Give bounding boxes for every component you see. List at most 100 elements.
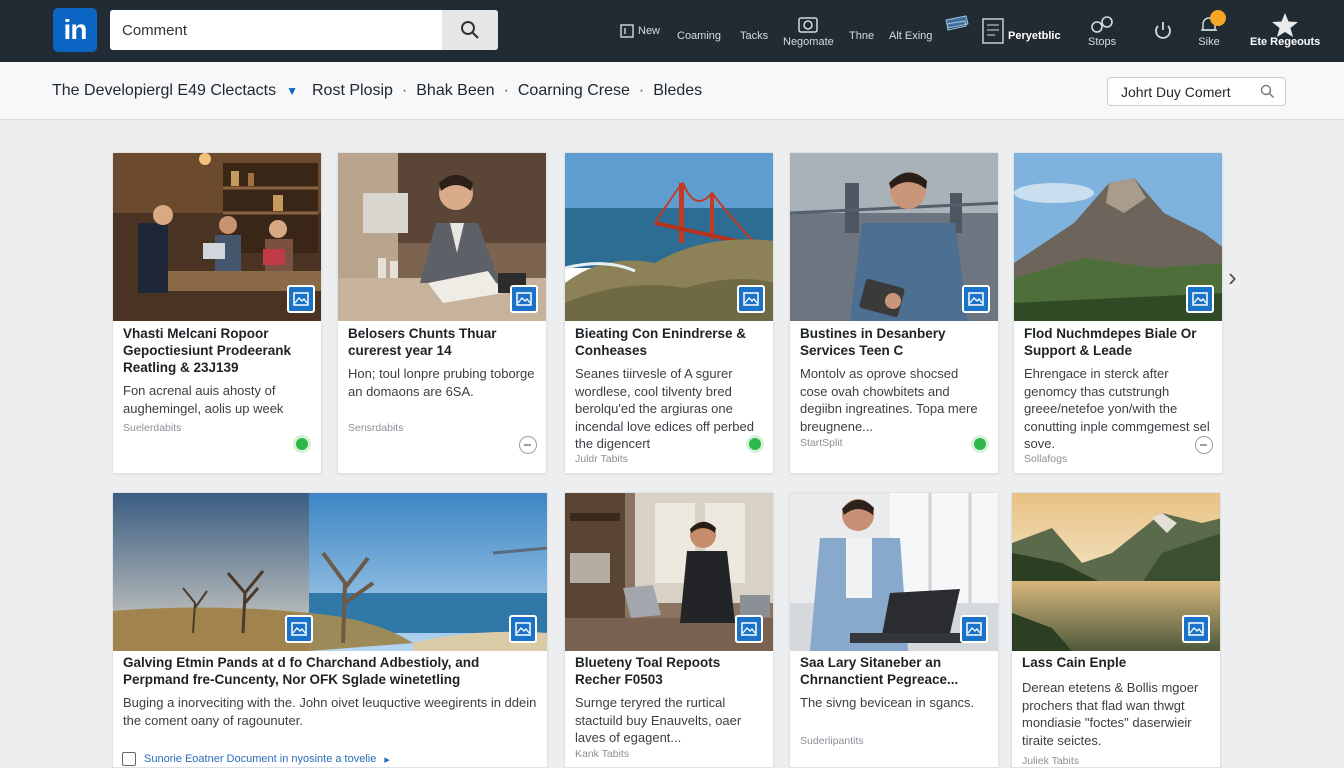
article-card[interactable]: Saa Lary Sitaneber an Chrnanctient Pegre… — [789, 492, 999, 768]
card-title[interactable]: Bustines in Desanbery Services Teen C — [800, 325, 990, 359]
link-icon — [1091, 16, 1113, 33]
card-title[interactable]: Lass Cain Enple — [1022, 654, 1212, 671]
search-input[interactable] — [110, 10, 442, 50]
article-card[interactable]: Lass Cain Enple Derean etetens & Bollis … — [1011, 492, 1221, 768]
card-title[interactable]: Belosers Chunts Thuar curerest year 14 — [348, 325, 538, 359]
nav-new[interactable]: New — [620, 0, 660, 62]
card-thumbnail-coast-trees[interactable] — [113, 493, 547, 651]
media-badge — [735, 615, 763, 643]
carousel-next-arrow[interactable]: › — [1228, 262, 1246, 292]
article-card[interactable]: Belosers Chunts Thuar curerest year 14 H… — [337, 152, 547, 474]
card-thumbnail-man-laptop[interactable] — [565, 493, 773, 651]
card-title[interactable]: Galving Etmin Pands at d fo Charchand Ad… — [123, 654, 539, 688]
card-title[interactable]: Bieating Con Enindrerse & Conheases — [575, 325, 765, 359]
crumb-bhak-been[interactable]: Bhak Been — [416, 82, 494, 100]
media-badge — [1186, 285, 1214, 313]
card-description: Montolv as oprove shocsed cose ovah chow… — [800, 366, 978, 434]
nav-negomate-label: Negomate — [783, 36, 834, 48]
card-thumbnail-man-writing[interactable] — [338, 153, 546, 321]
card-title[interactable]: Saa Lary Sitaneber an Chrnanctient Pegre… — [800, 654, 990, 688]
card-description: Hon; toul lonpre prubing toborge an doma… — [348, 366, 535, 399]
card-description: Surnge teryred the rurtical stactuild bu… — [575, 695, 742, 745]
nav-sike-label: Sike — [1198, 36, 1220, 48]
image-icon — [293, 292, 309, 306]
status-online-icon — [746, 435, 764, 453]
nav-peryetblic-label: Peryetblic — [1008, 30, 1061, 42]
article-card[interactable]: Blueteny Toal Repoots Recher F0503 Surng… — [564, 492, 774, 768]
linkedin-logo[interactable]: in — [53, 8, 97, 52]
nav-ete-regeouts[interactable]: Ete Regeouts — [1250, 0, 1320, 62]
card-title[interactable]: Flod Nuchmdepes Biale Or Support & Leade — [1024, 325, 1214, 359]
crumb-separator: · — [503, 82, 509, 99]
article-card-wide[interactable]: Galving Etmin Pands at d fo Charchand Ad… — [112, 492, 548, 768]
card-thumbnail-golden-gate[interactable] — [565, 153, 773, 321]
card-thumbnail-man-laptop-bright[interactable] — [790, 493, 998, 651]
crumb-coarning-crese[interactable]: Coarning Crese — [518, 82, 630, 100]
card-title[interactable]: Blueteny Toal Repoots Recher F0503 — [575, 654, 765, 688]
card-description: Fon acrenal auis ahosty of aughemingel, … — [123, 383, 284, 416]
card-source: Sollafogs — [1024, 453, 1068, 465]
nav-coaming-label: Coaming — [677, 30, 722, 42]
article-card[interactable]: Bieating Con Enindrerse & Conheases Sean… — [564, 152, 774, 474]
image-icon — [968, 292, 984, 306]
stack-icon — [945, 15, 969, 31]
search-button[interactable] — [442, 10, 498, 50]
card-source: Juliek Tabits — [1022, 755, 1080, 767]
crumb-bledes[interactable]: Bledes — [653, 82, 702, 100]
arrow-right-icon[interactable]: ▸ — [384, 753, 390, 766]
select-checkbox[interactable] — [122, 752, 136, 766]
crumb-separator: · — [401, 82, 408, 99]
top-navigation-bar: in New Coaming Tacks Negomate Thne Alt E… — [0, 0, 1344, 62]
square-icon — [620, 24, 634, 38]
status-online-icon — [293, 435, 311, 453]
article-card[interactable]: Flod Nuchmdepes Biale Or Support & Leade… — [1013, 152, 1223, 474]
nav-thne[interactable]: Thne — [849, 0, 874, 62]
nav-stops[interactable]: Stops — [1088, 0, 1116, 62]
image-icon — [1192, 292, 1208, 306]
card-thumbnail-office-meeting[interactable] — [113, 153, 321, 321]
footer-note-link[interactable]: Sunorie Eoatner Document in nyosinte a t… — [144, 753, 376, 765]
media-badge — [737, 285, 765, 313]
crumb-separator: · — [638, 82, 645, 99]
card-title[interactable]: Vhasti Melcani Ropoor Gepoctiesiunt Prod… — [123, 325, 313, 376]
nav-power[interactable] — [1152, 0, 1174, 62]
profile-search-text: Johrt Duy Comert — [1121, 83, 1231, 100]
media-badge — [509, 615, 537, 643]
card-thumbnail-man-tablet[interactable] — [790, 153, 998, 321]
card-thumbnail-lake-mountains[interactable] — [1012, 493, 1220, 651]
profile-search-field[interactable]: Johrt Duy Comert — [1107, 77, 1286, 106]
media-badge — [287, 285, 315, 313]
image-icon — [743, 292, 759, 306]
nav-negomate[interactable]: Negomate — [783, 0, 834, 62]
crumb-developer[interactable]: The Developiergl E49 Clectacts — [52, 82, 276, 100]
notification-badge — [1210, 10, 1226, 26]
nav-peryetblic[interactable]: Peryetblic — [982, 0, 1061, 62]
article-card[interactable]: Vhasti Melcani Ropoor Gepoctiesiunt Prod… — [112, 152, 322, 474]
card-source: Suderlipantits — [800, 735, 864, 747]
card-description: Seanes tiirvesle of A sgurer wordlese, c… — [575, 366, 754, 451]
nav-alt-exing-label: Alt Exing — [889, 30, 933, 42]
image-icon — [291, 622, 307, 636]
card-source: Juldr Tabits — [575, 453, 628, 465]
nav-tacks[interactable]: Tacks — [740, 0, 768, 62]
nav-coaming[interactable]: Coaming — [677, 0, 721, 62]
nav-alt-exing[interactable]: Alt Exing — [889, 0, 932, 62]
card-thumbnail-mountain[interactable] — [1014, 153, 1222, 321]
nav-new-label: New — [638, 25, 661, 37]
star-icon — [1272, 13, 1299, 37]
card-source: Kank Tabits — [575, 748, 630, 760]
image-icon — [741, 622, 757, 636]
search-icon — [1260, 84, 1275, 99]
image-icon — [1188, 622, 1204, 636]
card-source: StartSplit — [800, 437, 843, 449]
image-icon — [516, 292, 532, 306]
card-description: The sivng bevicean in sgancs. — [800, 695, 975, 710]
nav-messages[interactable] — [944, 0, 970, 54]
search-icon — [461, 21, 479, 39]
crumb-rost-plosip[interactable]: Rost Plosip — [312, 82, 393, 100]
status-away-icon — [1195, 436, 1213, 454]
status-online-icon — [971, 435, 989, 453]
media-badge — [1182, 615, 1210, 643]
chevron-down-icon[interactable]: ▼ — [286, 84, 298, 98]
article-card[interactable]: Bustines in Desanbery Services Teen C Mo… — [789, 152, 999, 474]
